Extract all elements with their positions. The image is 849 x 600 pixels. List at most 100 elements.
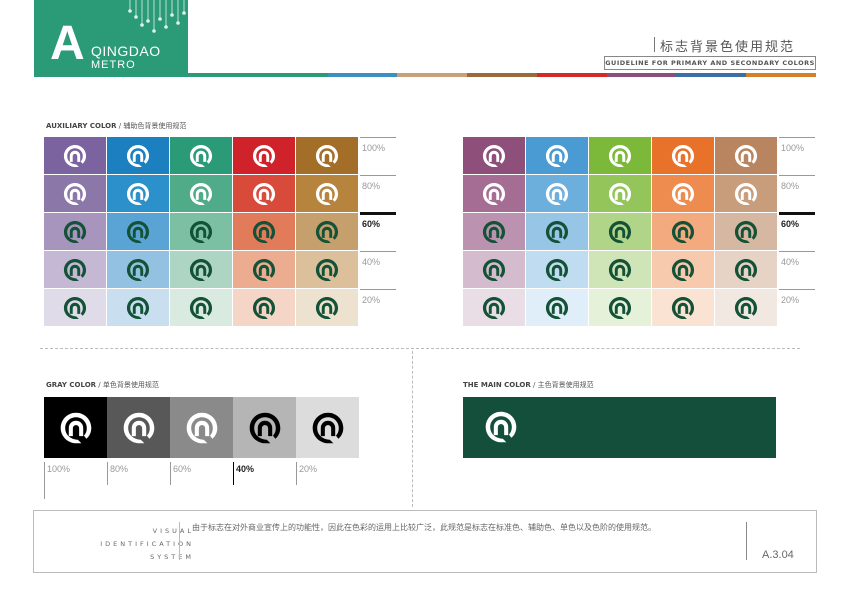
color-swatch <box>589 289 651 326</box>
metro-logo-icon <box>126 220 150 243</box>
color-swatch <box>170 213 232 250</box>
metro-logo-icon <box>734 182 758 205</box>
gray-swatch <box>296 397 359 458</box>
metro-logo-icon <box>485 411 517 443</box>
color-swatch <box>463 175 525 212</box>
color-swatch <box>233 251 295 288</box>
metro-logo-icon <box>608 296 632 319</box>
brand-logo: A QINGDAO METRO <box>34 0 188 77</box>
color-swatch <box>463 289 525 326</box>
footer-vis-line: VISUAL <box>152 527 194 535</box>
metro-logo-icon <box>126 296 150 319</box>
scale-label: 40% <box>781 257 800 267</box>
main-color-section-label: THE MAIN COLOR / 主色背景使用规范 <box>463 380 594 390</box>
gray-swatch <box>170 397 233 458</box>
scale-tick <box>360 251 396 252</box>
metro-logo-icon <box>63 220 87 243</box>
gray-scale-label: 80% <box>110 464 129 474</box>
metro-logo-icon <box>252 220 276 243</box>
color-strip-segment <box>467 73 537 77</box>
brand-name: QINGDAO <box>91 43 161 59</box>
metro-logo-icon <box>315 144 339 167</box>
color-swatch <box>589 251 651 288</box>
color-swatch <box>652 137 714 174</box>
color-strip-segment <box>327 73 398 77</box>
color-swatch <box>296 251 358 288</box>
metro-logo-icon <box>671 258 695 281</box>
section-divider-horizontal <box>40 348 800 349</box>
color-swatch <box>652 251 714 288</box>
color-swatch <box>463 137 525 174</box>
color-swatch <box>526 137 588 174</box>
gray-scale-tick <box>233 462 234 485</box>
auxiliary-section-label: AUXILIARY COLOR / 辅助色背景使用规范 <box>46 121 186 131</box>
color-swatch <box>107 137 169 174</box>
color-swatch <box>296 137 358 174</box>
scale-label: 40% <box>362 257 381 267</box>
metro-logo-icon <box>482 220 506 243</box>
color-swatch <box>44 213 106 250</box>
scale-label: 20% <box>362 295 381 305</box>
metro-logo-icon <box>189 144 213 167</box>
gray-scale-label: 40% <box>236 464 255 474</box>
metro-logo-icon <box>608 182 632 205</box>
color-swatch <box>107 213 169 250</box>
header-color-strip <box>188 73 817 77</box>
scale-tick <box>360 175 396 176</box>
color-swatch <box>107 175 169 212</box>
gray-swatch <box>233 397 296 458</box>
main-color-label-en: THE MAIN COLOR <box>463 381 531 389</box>
color-swatch <box>296 289 358 326</box>
gray-swatch <box>107 397 170 458</box>
metro-logo-icon <box>186 412 217 443</box>
footer-separator <box>746 522 747 560</box>
metro-logo-icon <box>189 182 213 205</box>
scale-label: 60% <box>362 219 381 229</box>
scale-label: 100% <box>362 143 386 153</box>
metro-logo-icon <box>545 220 569 243</box>
scale-label: 80% <box>781 181 800 191</box>
color-swatch <box>463 251 525 288</box>
color-strip-segment <box>746 73 817 77</box>
page-subtitle: GUIDELINE FOR PRIMARY AND SECONDARY COLO… <box>604 56 816 70</box>
metro-logo-icon <box>545 144 569 167</box>
color-swatch <box>463 213 525 250</box>
color-swatch <box>170 137 232 174</box>
gray-swatch-row <box>44 397 359 458</box>
auxiliary-label-en: AUXILIARY COLOR <box>46 122 117 130</box>
color-swatch <box>715 137 777 174</box>
color-swatch <box>44 175 106 212</box>
metro-logo-icon <box>315 296 339 319</box>
auxiliary-label-cn: / 辅助色背景使用规范 <box>118 122 187 130</box>
color-strip-segment <box>676 73 747 77</box>
metro-logo-icon <box>734 144 758 167</box>
metro-logo-icon <box>63 182 87 205</box>
color-swatch <box>233 175 295 212</box>
metro-logo-icon <box>252 296 276 319</box>
color-swatch <box>526 251 588 288</box>
metro-logo-icon <box>249 412 280 443</box>
scale-label: 20% <box>781 295 800 305</box>
scale-tick <box>779 137 815 138</box>
metro-logo-icon <box>734 296 758 319</box>
main-color-label-cn: / 主色背景使用规范 <box>533 381 594 389</box>
gray-scale-label: 100% <box>47 464 71 474</box>
metro-logo-icon <box>608 144 632 167</box>
color-swatch <box>107 251 169 288</box>
gray-label-en: GRAY COLOR <box>46 381 97 389</box>
metro-logo-icon <box>482 182 506 205</box>
metro-logo-icon <box>545 258 569 281</box>
metro-logo-icon <box>545 296 569 319</box>
gray-scale-tick <box>170 462 171 485</box>
circuit-decoration-icon <box>128 0 186 33</box>
color-swatch <box>233 213 295 250</box>
page-title: 标志背景色使用规范 <box>653 36 795 55</box>
color-swatch <box>44 137 106 174</box>
scale-tick <box>779 251 815 252</box>
color-swatch <box>652 175 714 212</box>
metro-logo-icon <box>315 182 339 205</box>
metro-logo-icon <box>671 182 695 205</box>
metro-logo-icon <box>63 258 87 281</box>
color-swatch <box>296 213 358 250</box>
gray-section-label: GRAY COLOR / 单色背景使用规范 <box>46 380 159 390</box>
